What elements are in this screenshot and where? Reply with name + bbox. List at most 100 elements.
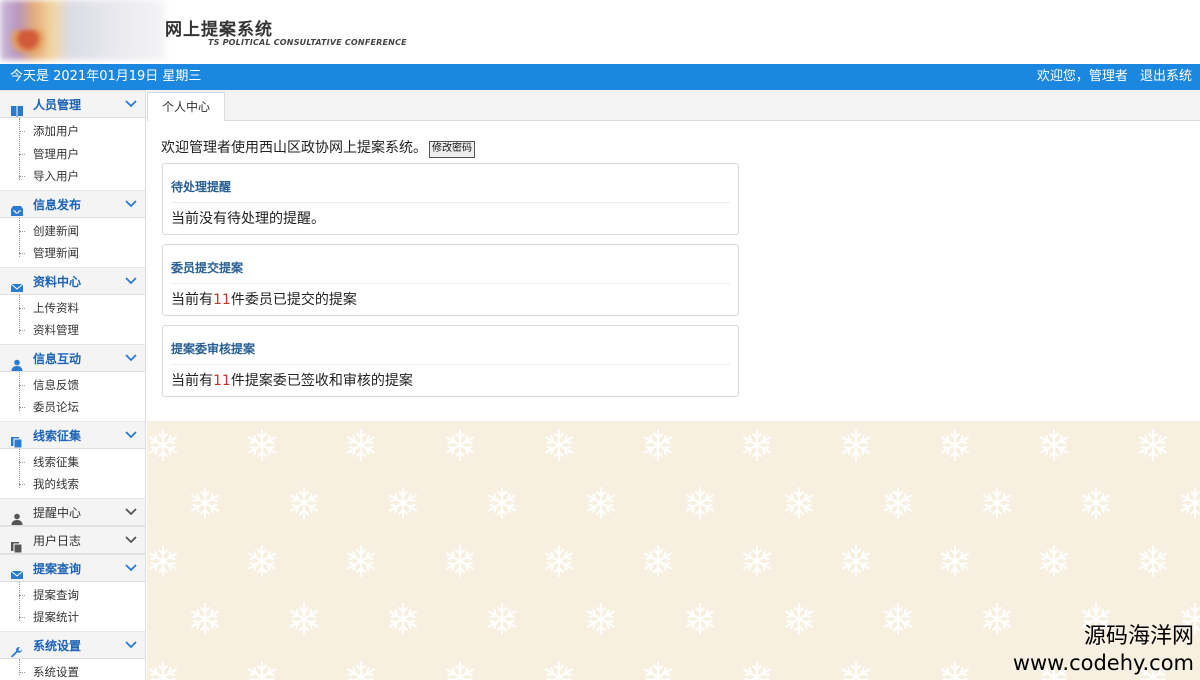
snowflake-icon — [878, 599, 918, 639]
change-password-button[interactable]: 修改密码 — [429, 141, 475, 158]
card-text: 当前没有待处理的提醒。 — [171, 208, 325, 228]
card-text: 当前有11件提案委已签收和审核的提案 — [171, 370, 413, 390]
tab-personal-center[interactable]: 个人中心 — [147, 92, 225, 122]
sidebar-group-label: 信息互动 — [33, 351, 82, 366]
chevron-down-icon — [125, 269, 137, 297]
snowflake-icon — [242, 541, 282, 581]
sidebar-item[interactable]: 导入用户 — [0, 165, 145, 188]
sidebar-item[interactable]: 管理用户 — [0, 143, 145, 166]
user-actions: 欢迎您，管理者 退出系统 — [1029, 64, 1192, 90]
sidebar-group-label: 提醒中心 — [33, 505, 82, 520]
sidebar-sublist: 创建新闻 管理新闻 — [0, 217, 145, 267]
sidebar-item[interactable]: 上传资料 — [0, 297, 145, 320]
sidebar-sublist: 上传资料 资料管理 — [0, 294, 145, 344]
snowflake-icon — [383, 483, 423, 523]
snowflake-icon — [1175, 483, 1200, 523]
sidebar-item[interactable]: 提案统计 — [0, 606, 145, 629]
logout-link[interactable]: 退出系统 — [1140, 69, 1192, 84]
snowflake-icon — [539, 541, 579, 581]
user-icon — [10, 353, 24, 371]
snowflake-icon — [836, 425, 876, 465]
sidebar-item[interactable]: 添加用户 — [0, 120, 145, 143]
snowflake-icon — [977, 599, 1017, 639]
card-title: 待处理提醒 — [171, 180, 232, 194]
snowflake-icon — [147, 425, 183, 465]
snowflake-icon — [440, 425, 480, 465]
snowflake-icon — [383, 599, 423, 639]
copy-icon — [10, 430, 24, 448]
sidebar-item[interactable]: 信息反馈 — [0, 374, 145, 397]
sidebar-item[interactable]: 管理新闻 — [0, 242, 145, 265]
welcome-text: 欢迎管理者使用西山区政协网上提案系统。 — [161, 140, 427, 156]
card-text-post: 件提案委已签收和审核的提案 — [230, 373, 413, 389]
sidebar-item[interactable]: 提案查询 — [0, 584, 145, 607]
sidebar-group-1[interactable]: 信息发布 — [0, 189, 145, 218]
sidebar-item[interactable]: 委员论坛 — [0, 396, 145, 419]
sidebar-item[interactable]: 我的线索 — [0, 473, 145, 496]
chevron-down-icon — [125, 528, 137, 556]
top-bar: 今天是 2021年01月19日 星期三 欢迎您，管理者 退出系统 — [0, 64, 1200, 90]
sidebar-item[interactable]: 创建新闻 — [0, 220, 145, 243]
card-title: 提案委审核提案 — [171, 342, 256, 356]
snowflake-icon — [341, 425, 381, 465]
snowflake-icon — [977, 483, 1017, 523]
snowflake-icon — [147, 657, 183, 680]
snowflake-icon — [1076, 483, 1116, 523]
snowflake-icon — [638, 657, 678, 680]
sidebar-group-4[interactable]: 线索征集 — [0, 420, 145, 449]
sidebar-group-7[interactable]: 提案查询 — [0, 553, 145, 584]
card-text-post: 件委员已提交的提案 — [230, 292, 357, 308]
sidebar-sublist: 系统设置 — [0, 658, 145, 680]
mail-icon — [10, 563, 24, 579]
snowflake-icon — [779, 483, 819, 523]
snowflake-icon — [185, 599, 225, 639]
sidebar-nav: 人员管理 添加用户 管理用户 导入用户 信息发布 创建新闻 管理新闻 资料中心 上传资料 资料管理… — [0, 90, 146, 680]
snowflake-icon — [539, 425, 579, 465]
personal-center-panel: 欢迎管理者使用西山区政协网上提案系统。 修改密码 待处理提醒 当前没有待处理的提醒… — [147, 121, 1200, 421]
sidebar-group-5[interactable]: 提醒中心 — [0, 497, 145, 526]
snowflake-icon — [680, 483, 720, 523]
card-text-pre: 当前没有待处理的提醒。 — [171, 211, 325, 227]
card-text-pre: 当前有 — [171, 373, 213, 389]
sidebar-sublist: 提案查询 提案统计 — [0, 581, 145, 631]
sidebar-sublist: 线索征集 我的线索 — [0, 448, 145, 498]
sidebar-item[interactable]: 线索征集 — [0, 451, 145, 474]
sidebar-sublist: 信息反馈 委员论坛 — [0, 371, 145, 421]
pending-reminders-card: 待处理提醒 当前没有待处理的提醒。 — [162, 163, 739, 235]
snowflake-icon — [638, 425, 678, 465]
wrench-icon — [10, 640, 24, 657]
card-divider — [171, 202, 730, 203]
proposal-count: 11 — [213, 373, 231, 389]
snowflake-icon — [185, 483, 225, 523]
app-header: 网上提案系统 TS POLITICAL CONSULTATIVE CONFERE… — [0, 0, 1200, 64]
sidebar-group-6[interactable]: 用户日志 — [0, 525, 145, 556]
main-area: 个人中心 欢迎管理者使用西山区政协网上提案系统。 修改密码 待处理提醒 当前没有待… — [147, 90, 1200, 680]
snowflake-icon — [284, 483, 324, 523]
snowflake-icon — [581, 483, 621, 523]
emblem-icon — [6, 30, 50, 52]
snowflake-icon — [1133, 541, 1173, 581]
current-date: 今天是 2021年01月19日 星期三 — [10, 69, 202, 84]
snowflake-icon — [440, 657, 480, 680]
snowflake-icon — [1034, 541, 1074, 581]
snowflake-icon — [147, 541, 183, 581]
card-divider — [171, 283, 730, 284]
welcome-message: 欢迎管理者使用西山区政协网上提案系统。 修改密码 — [161, 137, 475, 158]
card-divider — [171, 364, 730, 365]
sidebar-group-0[interactable]: 人员管理 — [0, 90, 145, 118]
chevron-down-icon — [125, 92, 137, 120]
sidebar-group-label: 系统设置 — [33, 638, 82, 653]
snowflake-icon — [737, 657, 777, 680]
book-icon — [10, 99, 24, 117]
sidebar-group-8[interactable]: 系统设置 — [0, 630, 145, 659]
sidebar-item[interactable]: 系统设置 — [0, 661, 145, 680]
sidebar-group-3[interactable]: 信息互动 — [0, 343, 145, 372]
snowflake-icon — [242, 657, 282, 680]
chevron-down-icon — [125, 556, 137, 584]
sidebar-group-2[interactable]: 资料中心 — [0, 266, 145, 297]
sidebar-item[interactable]: 资料管理 — [0, 319, 145, 342]
snowflake-icon — [284, 599, 324, 639]
watermark-site-name: 源码海洋网 — [1083, 624, 1194, 649]
snowflake-icon — [935, 541, 975, 581]
snowflake-icon — [737, 425, 777, 465]
